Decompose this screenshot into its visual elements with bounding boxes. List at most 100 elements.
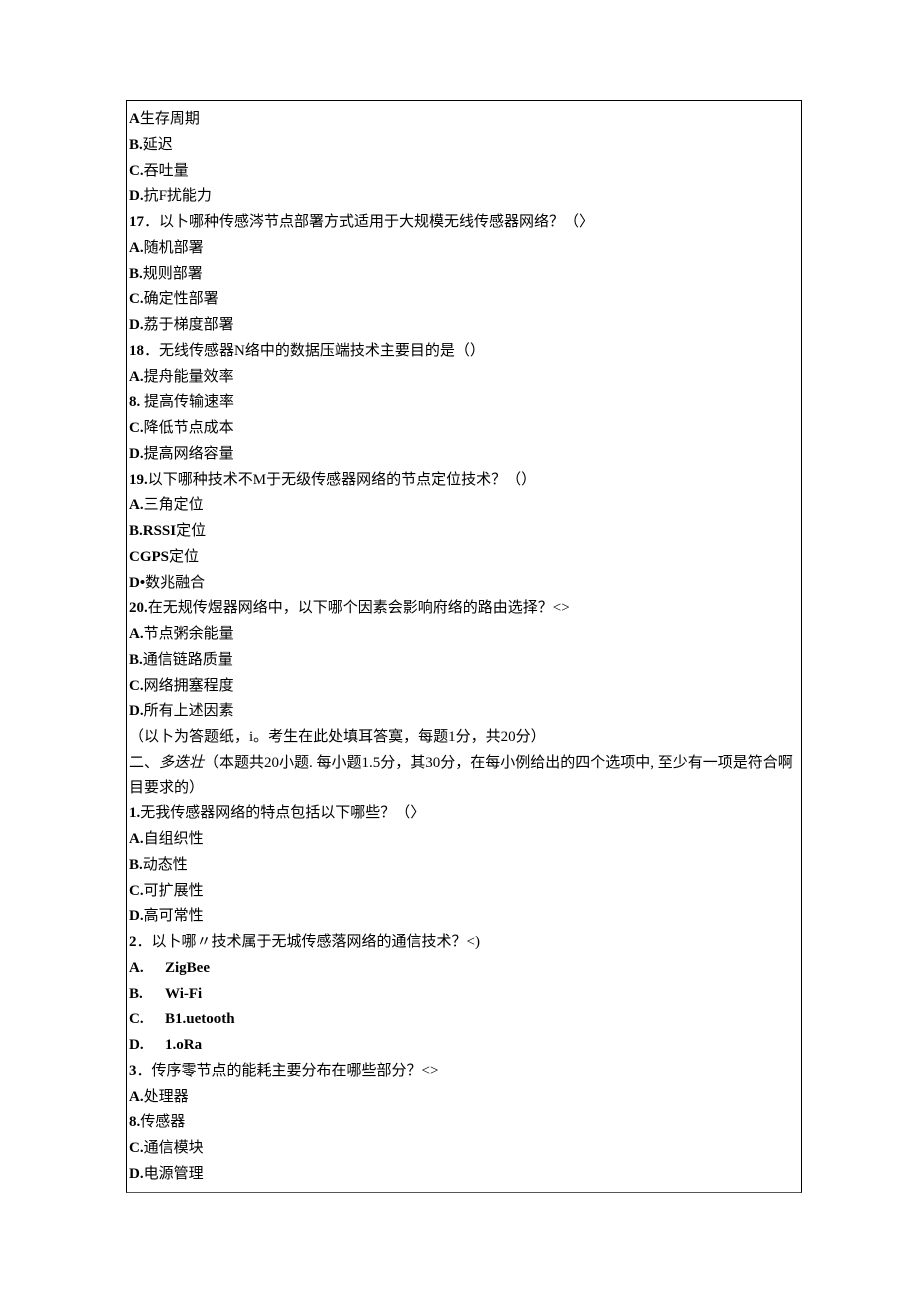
- q20-option-b: B.通信链路质量: [129, 648, 799, 673]
- option-text: 吞吐量: [144, 163, 189, 179]
- option-text: 数兆融合: [145, 575, 205, 591]
- q20-option-d: D.所有上述因素: [129, 699, 799, 724]
- m1-option-c: C.可扩展性: [129, 879, 799, 904]
- option-text: B1.uetooth: [165, 1011, 235, 1027]
- q17-option-d: D.荔于梯度部署: [129, 313, 799, 338]
- option-letter: C.: [129, 420, 144, 436]
- option-letter: 8.: [129, 1114, 140, 1130]
- q19-option-c: CGPS定位: [129, 545, 799, 570]
- q19-option-b: B.RSSI定位: [129, 519, 799, 544]
- m1-option-d: D.高可常性: [129, 904, 799, 929]
- q17-option-c: C.确定性部署: [129, 287, 799, 312]
- q18-option-d: D.提高网络容量: [129, 442, 799, 467]
- exam-content-box: A生存周期 B.延迟 C.吞吐量 D.抗F扰能力 17．以卜哪种传感涔节点部署方…: [126, 100, 802, 1193]
- option-text: 动态性: [143, 857, 188, 873]
- option-text: 随机部署: [144, 240, 204, 256]
- answer-sheet-note: （以卜为答题纸，i。考生在此处填耳答寞，每题1分，共20分）: [129, 725, 799, 750]
- option-text: Wi-Fi: [165, 986, 202, 1002]
- option-letter: A.: [129, 369, 144, 385]
- option-text: 提舟能量效率: [144, 369, 234, 385]
- option-letter: C.: [129, 678, 144, 694]
- question-text: ．传序零节点的能耗主要分布在哪些部分？<>: [137, 1063, 439, 1079]
- m2-option-b: B.Wi-Fi: [129, 982, 799, 1007]
- option-text: 抗F扰能力: [144, 188, 212, 204]
- m1-option-b: B.动态性: [129, 853, 799, 878]
- option-text: 处理器: [144, 1089, 189, 1105]
- option-letter: D.: [129, 317, 144, 333]
- question-text: ．无线传感器N络中的数据压端技术主要目的是（）: [144, 343, 485, 359]
- m2-stem: 2．以卜哪〃技术属于无城传感落网络的通信技术？<): [129, 930, 799, 955]
- q16-option-b: B.延迟: [129, 133, 799, 158]
- option-text: 网络拥塞程度: [144, 678, 234, 694]
- question-number: 20.: [129, 600, 148, 616]
- option-letter: C.: [129, 163, 144, 179]
- question-text: ．以卜哪〃技术属于无城传感落网络的通信技术？<): [137, 934, 480, 950]
- option-letter: D.: [129, 446, 144, 462]
- option-letter: B.RSSI: [129, 523, 176, 539]
- option-text: 通信链路质量: [143, 652, 233, 668]
- option-text: 电源管理: [144, 1166, 204, 1182]
- option-letter: D.: [129, 188, 144, 204]
- q18-option-b: 8. 提高传输速率: [129, 390, 799, 415]
- option-letter: CGPS: [129, 549, 169, 565]
- question-number: 18: [129, 343, 144, 359]
- option-text: 自组织性: [144, 831, 204, 847]
- option-letter: D.: [129, 703, 144, 719]
- option-text: 提高传输速率: [140, 394, 234, 410]
- option-text: 1.oRa: [165, 1037, 202, 1053]
- section-rest: （本题共20小题. 每小题1.5分，其30分，在每小例给出的四个选项中, 至少有…: [129, 755, 793, 796]
- m3-stem: 3．传序零节点的能耗主要分布在哪些部分？<>: [129, 1059, 799, 1084]
- option-letter: B.: [129, 857, 143, 873]
- option-letter: B.: [129, 652, 143, 668]
- option-letter: A.: [129, 240, 144, 256]
- m1-stem: 1.无我传感器网络的特点包括以下哪些？（〉: [129, 801, 799, 826]
- m3-option-c: C.通信模块: [129, 1136, 799, 1161]
- option-text: 降低节点成本: [144, 420, 234, 436]
- question-text: 无我传感器网络的特点包括以下哪些？（〉: [140, 805, 425, 821]
- option-letter: B.: [129, 137, 143, 153]
- m2-option-c: C.B1.uetooth: [129, 1007, 799, 1032]
- option-letter: D•: [129, 575, 145, 591]
- question-number: 2: [129, 934, 137, 950]
- option-text: 提高网络容量: [144, 446, 234, 462]
- q16-option-c: C.吞吐量: [129, 159, 799, 184]
- question-text: ．以卜哪种传感涔节点部署方式适用于大规模无线传感器网络？（〉: [144, 214, 594, 230]
- question-text: 以下哪种技术不M于无级传感器网络的节点定位技术？（）: [148, 472, 536, 488]
- option-letter: C.: [129, 1140, 144, 1156]
- option-letter: C.: [129, 883, 144, 899]
- option-letter: D.: [129, 1033, 165, 1058]
- q18-option-c: C.降低节点成本: [129, 416, 799, 441]
- q20-option-c: C.网络拥塞程度: [129, 674, 799, 699]
- option-letter: A.: [129, 626, 144, 642]
- option-letter: D.: [129, 908, 144, 924]
- option-text: 所有上述因素: [144, 703, 234, 719]
- option-text: 传感器: [140, 1114, 185, 1130]
- option-text: 生存周期: [140, 111, 200, 127]
- section-title: 多迭壮: [159, 755, 204, 771]
- option-letter: A: [129, 111, 140, 127]
- question-text: 在无规传煜器网络中，以下哪个因素会影响府络的路由选择？<>: [148, 600, 570, 616]
- section-2-header: 二、多迭壮（本题共20小题. 每小题1.5分，其30分，在每小例给出的四个选项中…: [129, 751, 799, 801]
- q18-option-a: A.提舟能量效率: [129, 365, 799, 390]
- q20-option-a: A.节点粥余能量: [129, 622, 799, 647]
- q16-option-a: A生存周期: [129, 107, 799, 132]
- option-letter: 8.: [129, 394, 140, 410]
- option-text: 规则部署: [143, 266, 203, 282]
- question-number: 1.: [129, 805, 140, 821]
- q16-option-d: D.抗F扰能力: [129, 184, 799, 209]
- option-letter: A.: [129, 831, 144, 847]
- q17-option-a: A.随机部署: [129, 236, 799, 261]
- q18-stem: 18．无线传感器N络中的数据压端技术主要目的是（）: [129, 339, 799, 364]
- m3-option-a: A.处理器: [129, 1085, 799, 1110]
- q19-stem: 19.以下哪种技术不M于无级传感器网络的节点定位技术？（）: [129, 468, 799, 493]
- option-text: 定位: [176, 523, 206, 539]
- m2-option-a: A.ZigBee: [129, 956, 799, 981]
- option-letter: C.: [129, 291, 144, 307]
- option-text: 节点粥余能量: [144, 626, 234, 642]
- option-text: 荔于梯度部署: [144, 317, 234, 333]
- q19-option-d: D•数兆融合: [129, 571, 799, 596]
- option-text: 定位: [169, 549, 199, 565]
- m3-option-d: D.电源管理: [129, 1162, 799, 1187]
- option-letter: B.: [129, 266, 143, 282]
- option-text: 三角定位: [144, 497, 204, 513]
